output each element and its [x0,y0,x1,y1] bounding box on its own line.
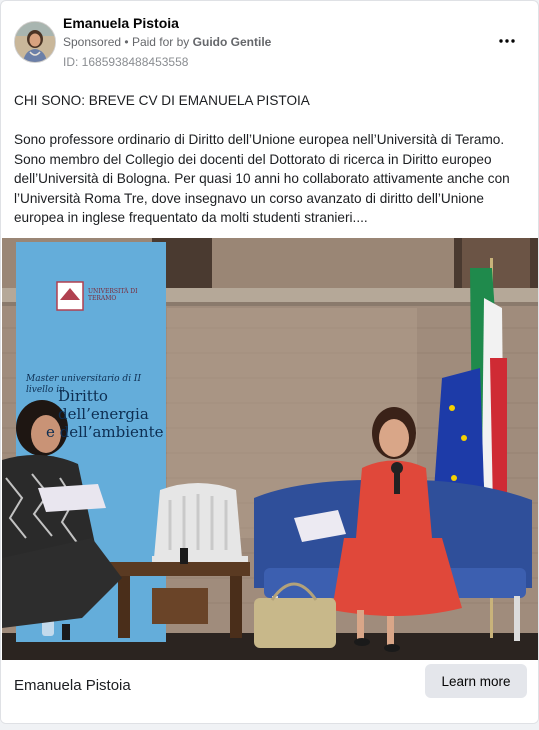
ad-id: ID: 1685938488453558 [63,55,189,69]
page-avatar[interactable] [14,21,56,63]
banner-title-line1: Diritto [58,387,108,405]
learn-more-button[interactable]: Learn more [425,664,527,698]
page-name[interactable]: Emanuela Pistoia [63,15,179,31]
event-photo [2,238,538,660]
more-horizontal-icon [499,39,515,43]
meta-separator: • [124,35,129,49]
sponsored-post-card: Emanuela Pistoia Sponsored • Paid for by… [0,0,539,724]
post-heading: CHI SONO: BREVE CV DI EMANUELA PISTOIA [14,93,310,108]
post-header: Emanuela Pistoia Sponsored • Paid for by… [1,1,538,81]
footer-page-name[interactable]: Emanuela Pistoia [14,677,131,694]
banner-title-line3: e dell’ambiente [46,423,164,441]
sponsored-label: Sponsored [63,35,122,49]
more-options-button[interactable] [493,29,521,53]
post-text: CHI SONO: BREVE CV DI EMANUELA PISTOIA S… [14,91,528,228]
paid-for-by-name[interactable]: Guido Gentile [193,35,272,49]
banner-logo-text: UNIVERSITÀ DI TERAMO [88,288,138,302]
avatar-photo [15,22,55,62]
banner-title-line2: dell’energia [58,405,149,423]
ad-footer: Emanuela Pistoia Learn more [1,660,538,723]
sponsor-line: Sponsored • Paid for by Guido Gentile [63,35,271,49]
post-body: Sono professore ordinario di Diritto del… [14,132,514,225]
paid-for-prefix: Paid for by [131,35,190,49]
ad-photo[interactable]: UNIVERSITÀ DI TERAMO Master universitari… [2,238,538,660]
